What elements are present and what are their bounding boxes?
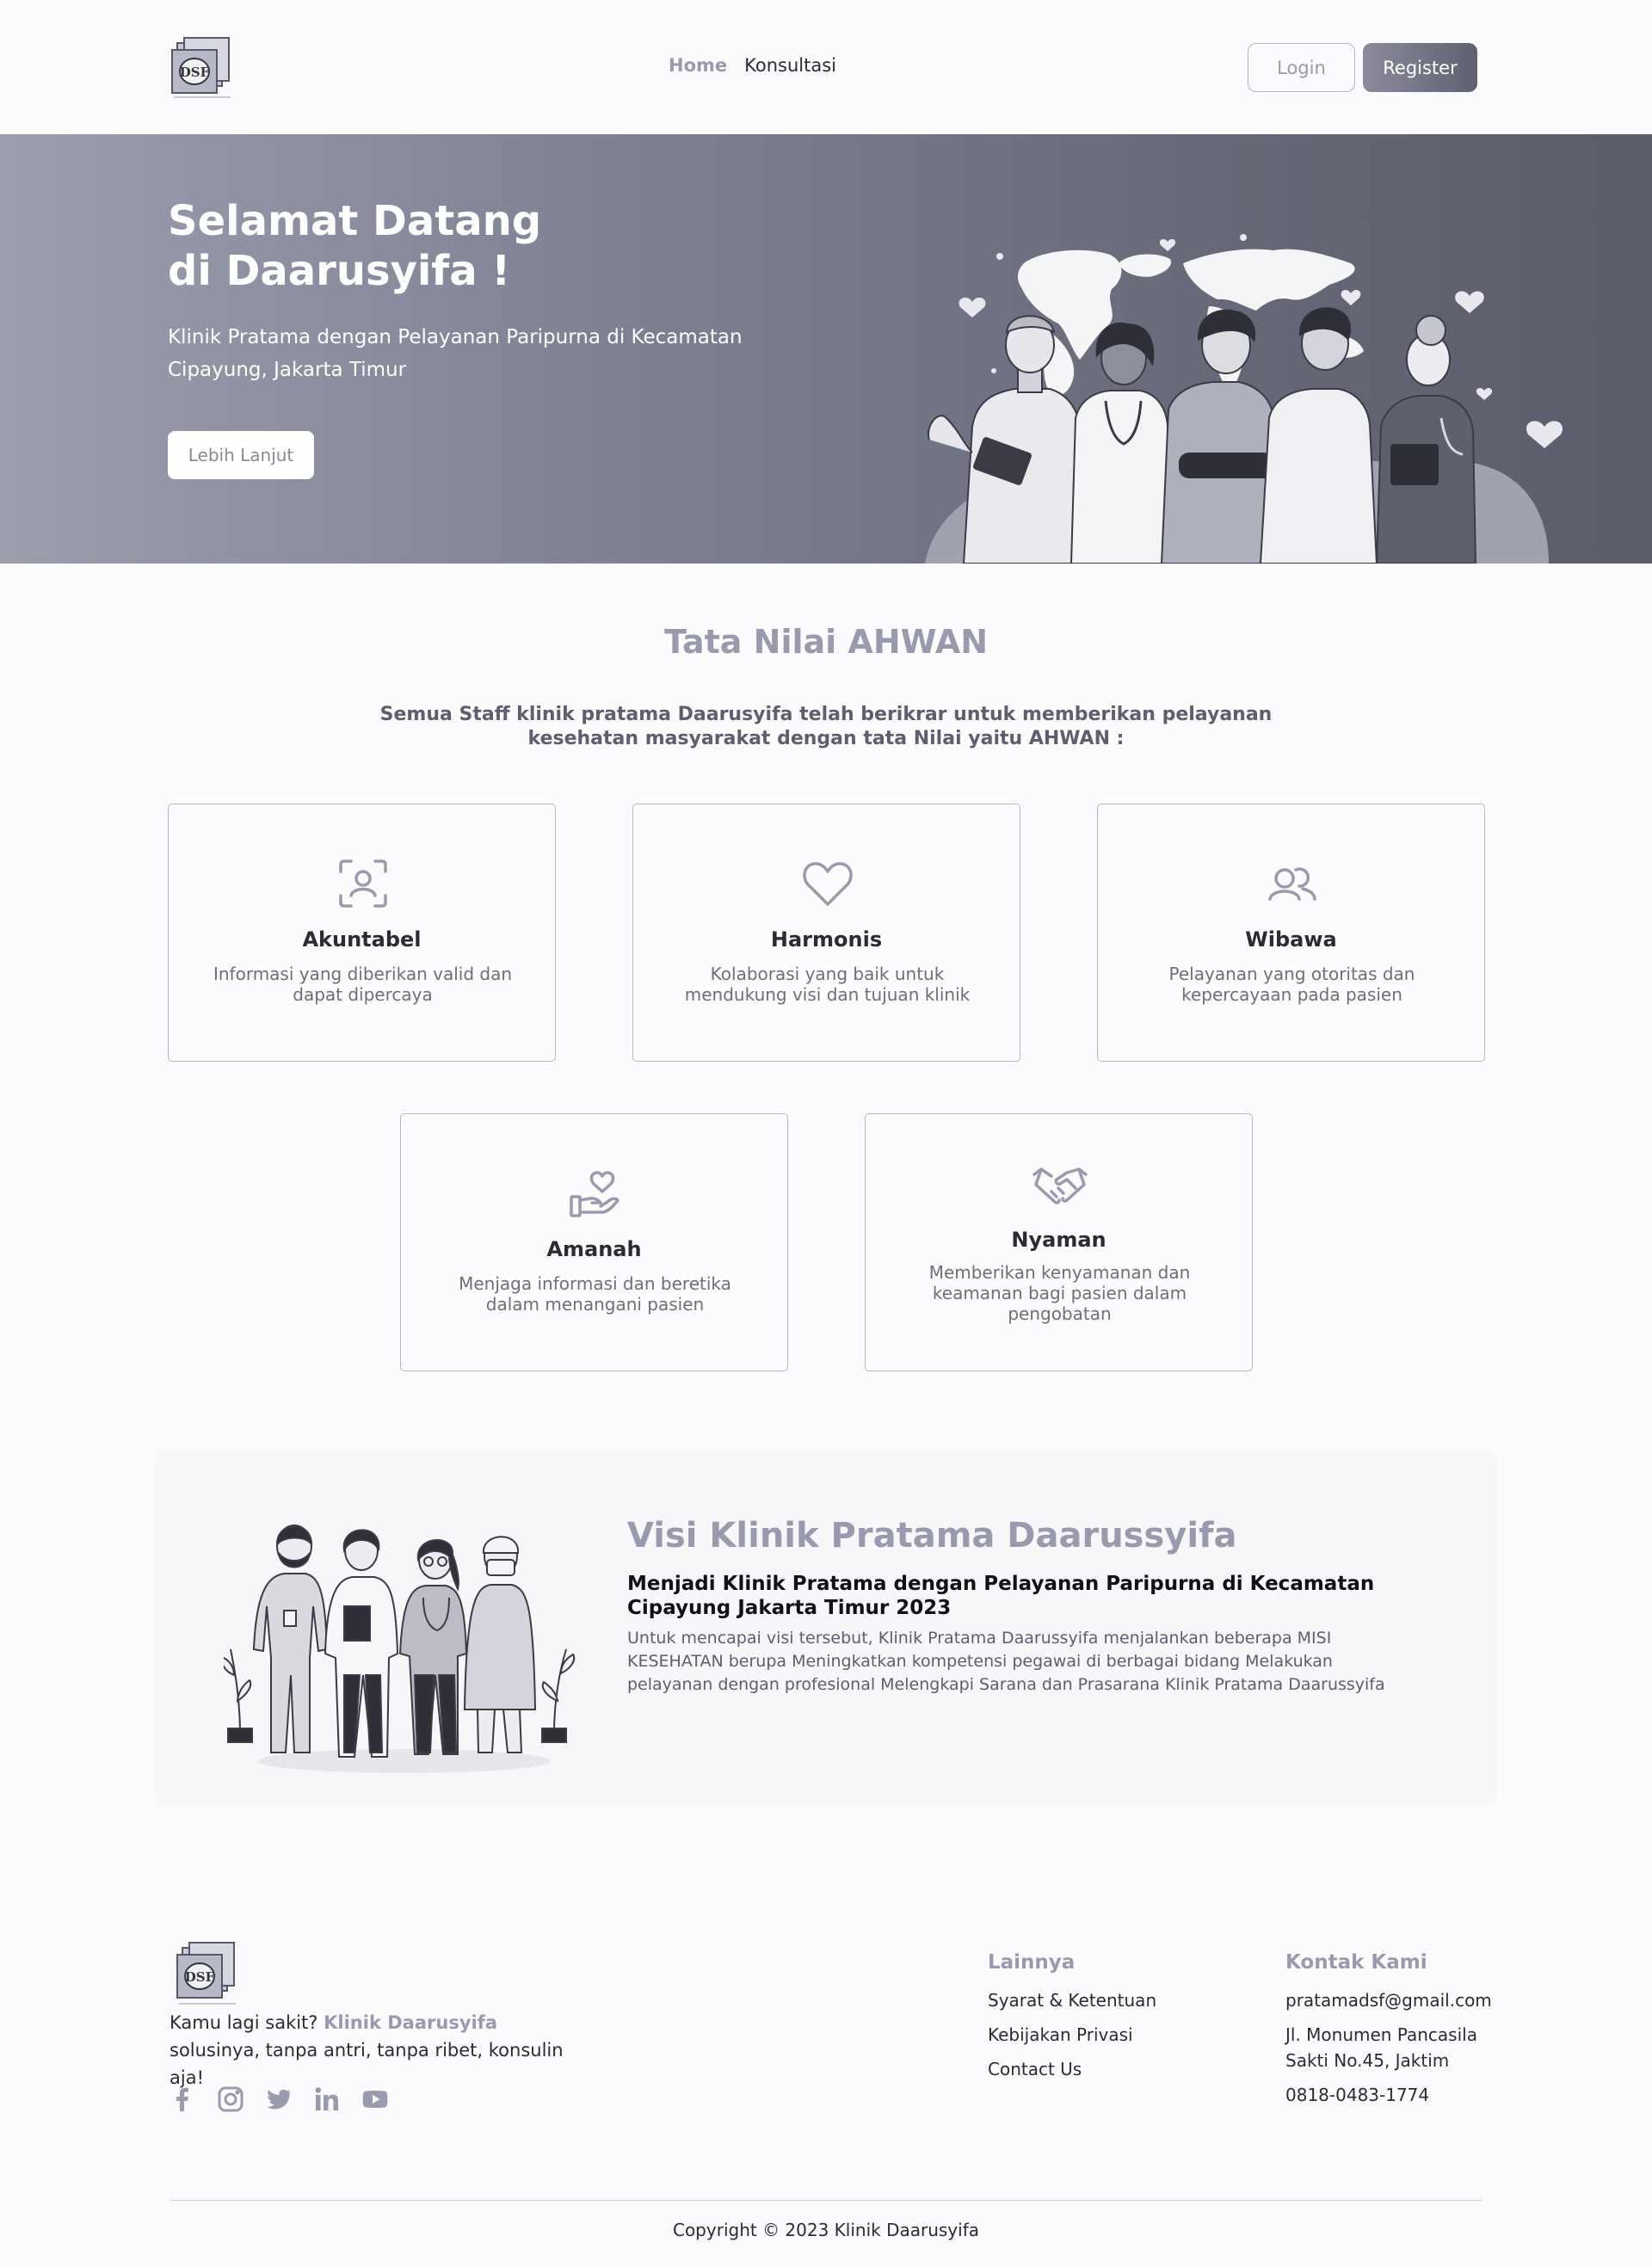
value-card-wibawa: Wibawa Pelayanan yang otoritas dan keper… [1097,804,1485,1062]
login-button[interactable]: Login [1248,43,1355,92]
twitter-icon[interactable] [265,2085,293,2113]
value-card-amanah: Amanah Menjaga informasi dan beretika da… [400,1113,788,1371]
card-description: Informasi yang diberikan valid dan dapat… [213,964,513,1005]
medical-team-illustration [224,1525,576,1773]
tagline-prefix: Kamu lagi sakit? [170,2012,318,2033]
tagline-brand: Klinik Daarusyifa [324,2012,498,2033]
heart-icon [803,862,853,906]
hero-banner: Selamat Datang di Daarusyifa ! Klinik Pr… [0,134,1652,564]
svg-text:DSF: DSF [185,1969,215,1985]
card-title: Wibawa [1245,927,1337,952]
lainnya-heading: Lainnya [988,1951,1076,1974]
linkedin-icon[interactable] [313,2085,341,2113]
footer-divider [170,2200,1482,2201]
value-card-harmonis: Harmonis Kolaborasi yang baik untuk mend… [632,804,1020,1062]
values-title: Tata Nilai AHWAN [663,623,989,661]
contact-us-link[interactable]: Contact Us [988,2056,1211,2082]
value-card-nyaman: Nyaman Memberikan kenyamanan dan keamana… [865,1113,1253,1371]
copyright-text: Copyright © 2023 Klinik Daarusyifa [672,2220,979,2240]
footer-kontak-column: Kontak Kami pratamadsf@gmail.com Jl. Mon… [1285,1951,1544,2116]
facebook-icon[interactable] [169,2085,196,2113]
card-title: Akuntabel [302,927,422,952]
visi-subtitle: Menjadi Klinik Pratama dengan Pelayanan … [627,1573,1375,1619]
card-title: Amanah [546,1237,642,1261]
values-description: Semua Staff klinik pratama Daarusyifa te… [379,704,1273,749]
tagline-suffix: solusinya, tanpa antri, tanpa ribet, kon… [170,2040,564,2088]
user-focus-icon [339,859,387,908]
hero-title-line1: Selamat Datang [168,197,542,245]
visi-section: Visi Klinik Pratama Daarussyifa Menjadi … [155,1451,1497,1804]
visi-description: Untuk mencapai visi tersebut, Klinik Pra… [627,1629,1385,1694]
hero-subtitle: Klinik Pratama dengan Pelayanan Paripurn… [168,326,743,381]
nav-home-link[interactable]: Home [669,55,727,76]
handshake-icon [1032,1167,1088,1204]
footer-tagline: Kamu lagi sakit? Klinik Daarusyifa solus… [170,2009,583,2091]
nav-konsultasi-link[interactable]: Konsultasi [744,55,836,76]
youtube-icon[interactable] [361,2085,389,2113]
contact-email: pratamadsf@gmail.com [1285,1990,1492,2011]
learn-more-button[interactable]: Lebih Lanjut [168,431,314,479]
clinic-logo[interactable]: DSF [174,1939,243,2008]
visi-title: Visi Klinik Pratama Daarussyifa [627,1516,1237,1555]
footer: DSF Kamu lagi sakit? Klinik Daarusyifa s… [0,1888,1652,2267]
instagram-icon[interactable] [217,2085,244,2113]
contact-phone: 0818-0483-1774 [1285,2085,1430,2105]
card-description: Pelayanan yang otoritas dan kepercayaan … [1168,964,1415,1005]
card-title: Nyaman [1011,1228,1106,1252]
users-icon [1268,867,1316,901]
hand-heart-icon [570,1171,620,1217]
card-description: Kolaborasi yang baik untuk mendukung vis… [684,964,971,1005]
privacy-link[interactable]: Kebijakan Privasi [988,2022,1211,2048]
value-card-akuntabel: Akuntabel Informasi yang diberikan valid… [168,804,556,1062]
hero-title-line2: di Daarusyifa ! [168,247,511,295]
social-links [169,2085,389,2113]
card-title: Harmonis [770,927,883,952]
kontak-heading: Kontak Kami [1285,1951,1427,1974]
terms-link[interactable]: Syarat & Ketentuan [988,1987,1211,2013]
register-button[interactable]: Register [1363,43,1477,92]
card-description: Memberikan kenyamanan dan keamanan bagi … [928,1262,1191,1324]
footer-lainnya-column: Lainnya Syarat & Ketentuan Kebijakan Pri… [988,1951,1211,2091]
nav-links: Home Konsultasi [669,55,836,76]
contact-address: Jl. Monumen Pancasila Sakti No.45, Jakti… [1285,2024,1477,2071]
hero-title: Selamat Datang di Daarusyifa ! [168,196,770,296]
navbar: DSF Home Konsultasi Login Register [0,0,1652,134]
doctors-world-map-illustration [925,234,1563,564]
clinic-logo[interactable]: DSF [169,34,237,102]
card-description: Menjaga informasi dan beretika dalam men… [459,1273,731,1315]
svg-text:DSF: DSF [180,65,210,80]
